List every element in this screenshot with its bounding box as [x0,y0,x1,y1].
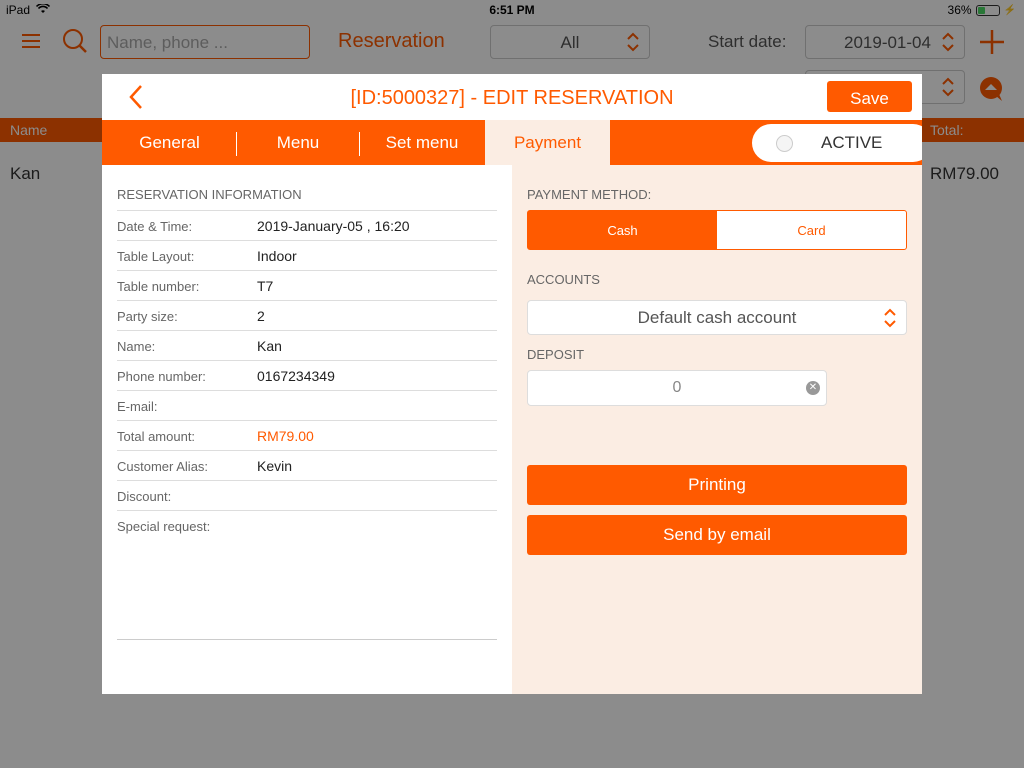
payment-panel: PAYMENT METHOD: Cash Card ACCOUNTS Defau… [512,165,922,694]
payment-method-label: PAYMENT METHOD: [527,187,652,202]
deposit-value: 0 [672,379,682,396]
accounts-label: ACCOUNTS [527,272,600,287]
info-label: Date & Time: [117,219,193,234]
info-label: Special request: [117,519,211,534]
cash-option[interactable]: Cash [528,211,717,249]
info-value: T7 [257,278,274,294]
info-label: Total amount: [117,429,196,444]
info-value: 0167234349 [257,368,335,384]
card-option[interactable]: Card [717,211,906,249]
printing-button[interactable]: Printing [527,465,907,505]
save-button[interactable]: Save [827,81,912,112]
info-row: Phone number: 0167234349 [117,360,497,390]
payment-method-segment: Cash Card [527,210,907,250]
info-value: 2 [257,308,265,324]
active-toggle[interactable]: ACTIVE [752,124,922,162]
info-value: Indoor [257,248,297,264]
clear-icon[interactable]: ✕ [806,381,820,395]
info-label: Customer Alias: [117,459,209,474]
deposit-label: DEPOSIT [527,347,585,362]
reservation-info-panel: RESERVATION INFORMATION Date & Time: 2019… [102,165,512,694]
info-row: Date & Time: 2019-January-05 , 16:20 [117,210,497,240]
deposit-input[interactable]: 0 ✕ [527,370,827,406]
info-row: Name: Kan [117,330,497,360]
info-value: 2019-January-05 , 16:20 [257,218,410,234]
toggle-knob [776,135,793,152]
send-email-button[interactable]: Send by email [527,515,907,555]
info-row: E-mail: [117,390,497,420]
toggle-label: ACTIVE [821,133,883,152]
up-down-icon [884,308,896,328]
info-label: Discount: [117,489,172,504]
info-row: Table Layout: Indoor [117,240,497,270]
divider [117,639,497,640]
info-row: Special request: [117,510,497,540]
info-row: Total amount: RM79.00 [117,420,497,450]
info-label: Name: [117,339,156,354]
tab-general[interactable]: General [102,120,237,165]
info-label: Party size: [117,309,178,324]
tab-bar: General Menu Set menu Payment ACTIVE [102,120,922,165]
info-row: Table number: T7 [117,270,497,300]
section-title: RESERVATION INFORMATION [117,187,302,202]
tab-menu[interactable]: Menu [237,120,359,165]
info-row: Customer Alias: Kevin [117,450,497,480]
tab-set-menu[interactable]: Set menu [360,120,484,165]
tab-payment[interactable]: Payment [485,120,610,165]
account-select[interactable]: Default cash account [527,300,907,335]
info-value: RM79.00 [257,428,314,444]
modal-title: [ID:5000327] - EDIT RESERVATION [350,87,674,109]
account-value: Default cash account [637,308,797,327]
info-label: Phone number: [117,369,206,384]
info-label: Table number: [117,279,200,294]
info-value: Kan [257,338,282,354]
edit-reservation-modal: [ID:5000327] - EDIT RESERVATION Save Gen… [102,74,922,694]
info-value: Kevin [257,458,293,474]
modal-header: [ID:5000327] - EDIT RESERVATION Save [102,74,922,120]
info-row: Discount: [117,480,497,510]
info-label: E-mail: [117,399,158,414]
info-label: Table Layout: [117,249,195,264]
info-row: Party size: 2 [117,300,497,330]
